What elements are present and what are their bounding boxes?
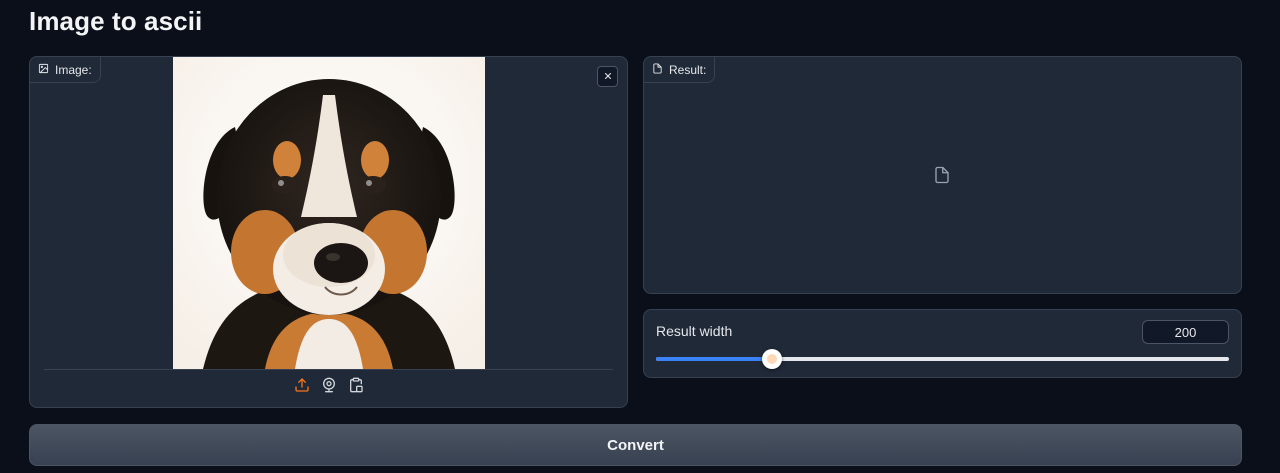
clear-image-button[interactable]: [597, 66, 618, 87]
slider-thumb[interactable]: [762, 349, 783, 369]
result-width-panel: Result width: [643, 309, 1242, 378]
close-icon: [603, 68, 613, 86]
image-icon: [38, 63, 49, 77]
clipboard-icon: [348, 377, 364, 398]
result-width-input[interactable]: [1142, 320, 1229, 344]
upload-icon: [294, 377, 310, 398]
image-source-toolbar: [30, 377, 627, 398]
result-label: Result:: [669, 62, 707, 77]
file-icon: [933, 166, 951, 184]
webcam-button[interactable]: [320, 377, 337, 398]
slider-fill: [656, 357, 773, 361]
result-panel: Result:: [643, 56, 1242, 294]
image-input-panel[interactable]: Image:: [29, 56, 628, 408]
puppy-image: [173, 57, 485, 369]
page-title: Image to ascii: [29, 6, 203, 36]
source-divider: [44, 369, 613, 370]
image-label-badge: Image:: [30, 57, 101, 83]
result-width-label: Result width: [656, 323, 733, 339]
upload-button[interactable]: [293, 377, 310, 398]
result-width-slider[interactable]: [656, 349, 1229, 369]
webcam-icon: [321, 377, 337, 398]
file-icon: [652, 62, 663, 77]
image-label: Image:: [55, 62, 92, 77]
result-label-badge: Result:: [644, 57, 716, 83]
clipboard-button[interactable]: [347, 377, 364, 398]
convert-button[interactable]: Convert: [29, 424, 1242, 466]
